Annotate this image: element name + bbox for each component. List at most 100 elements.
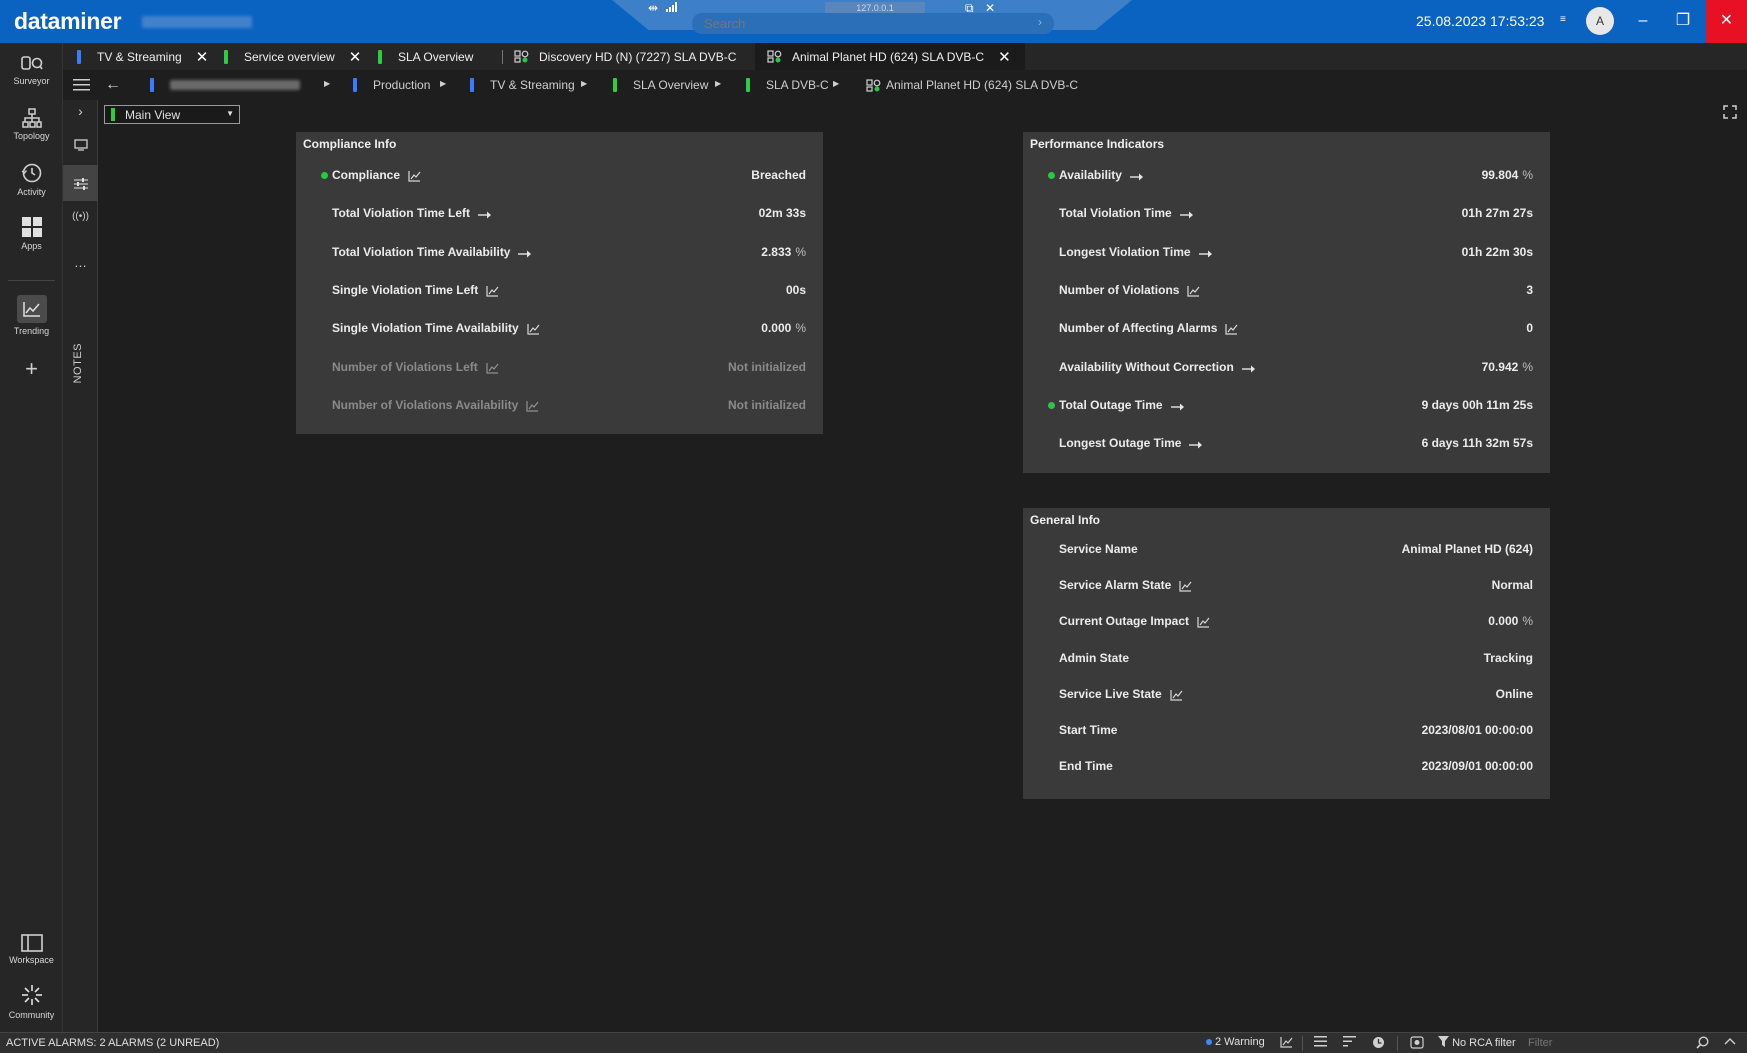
- parameter-row[interactable]: Availability 99.804%: [1023, 166, 1550, 186]
- parameter-row[interactable]: Total Violation Time 01h 27m 27s: [1023, 204, 1550, 224]
- arrow-right-icon[interactable]: [1180, 207, 1196, 225]
- nav-label: Community: [8, 1010, 55, 1020]
- parameter-row[interactable]: Service Name Animal Planet HD (624): [1023, 540, 1550, 560]
- parameter-value: 0: [1526, 321, 1533, 335]
- search-icon[interactable]: [1696, 1036, 1709, 1052]
- parameter-row[interactable]: Number of Violations Left Not initialized: [296, 358, 823, 378]
- trend-chart-icon[interactable]: [486, 361, 499, 379]
- datetime-menu-icon[interactable]: ≡: [1560, 14, 1566, 25]
- clock-icon[interactable]: [1372, 1036, 1385, 1052]
- arrow-right-icon[interactable]: [1130, 169, 1146, 187]
- parameter-row[interactable]: Service Alarm State Normal: [1023, 576, 1550, 596]
- parameter-row[interactable]: Total Outage Time 9 days 00h 11m 25s: [1023, 396, 1550, 416]
- active-alarms-summary[interactable]: ACTIVE ALARMS: 2 ALARMS (2 UNREAD): [6, 1037, 219, 1049]
- fullscreen-icon[interactable]: [1723, 105, 1737, 124]
- trend-chart-icon[interactable]: [408, 169, 421, 187]
- parameter-row[interactable]: Admin State Tracking: [1023, 649, 1550, 669]
- surveyor-icon: [20, 56, 43, 70]
- broadcast-icon[interactable]: ((•)): [63, 211, 98, 222]
- tab-tv-streaming[interactable]: TV & Streaming ✕: [77, 43, 208, 70]
- parameter-row[interactable]: Number of Violations Availability Not ini…: [296, 396, 823, 416]
- arrow-right-icon[interactable]: [478, 207, 494, 225]
- tab-close-icon[interactable]: ✕: [998, 48, 1011, 66]
- parameter-value: 70.942%: [1482, 360, 1533, 374]
- sort-icon[interactable]: [1343, 1036, 1356, 1050]
- search-box[interactable]: ›: [692, 13, 1054, 34]
- warning-count[interactable]: 2 Warning: [1206, 1036, 1265, 1048]
- tab-close-icon[interactable]: ✕: [349, 48, 362, 66]
- parameter-row[interactable]: Total Violation Time Left 02m 33s: [296, 204, 823, 224]
- breadcrumb-item-tv-streaming[interactable]: TV & Streaming: [470, 70, 575, 100]
- breadcrumb-item-production[interactable]: Production: [353, 70, 430, 100]
- trend-chart-icon[interactable]: [1179, 579, 1192, 597]
- nav-community[interactable]: Community: [0, 983, 63, 1020]
- arrow-right-icon[interactable]: [1199, 246, 1215, 264]
- nav-workspace[interactable]: Workspace: [0, 934, 63, 965]
- parameter-row[interactable]: Number of Affecting Alarms 0: [1023, 319, 1550, 339]
- status-divider: [1397, 1036, 1398, 1051]
- arrow-right-icon[interactable]: [1242, 361, 1258, 379]
- trend-chart-icon[interactable]: [1187, 284, 1200, 302]
- nav-activity[interactable]: Activity: [0, 162, 63, 197]
- expand-chevron-icon[interactable]: ›: [63, 103, 98, 119]
- add-app-icon[interactable]: +: [0, 356, 63, 382]
- parameter-value: 01h 27m 27s: [1462, 206, 1533, 220]
- trend-chart-icon[interactable]: [1170, 688, 1183, 706]
- visual-overview-icon[interactable]: [63, 139, 98, 154]
- trend-chart-icon[interactable]: [486, 284, 499, 302]
- parameter-row[interactable]: End Time 2023/09/01 00:00:00: [1023, 757, 1550, 777]
- sliders-icon[interactable]: [63, 165, 98, 201]
- parameter-row[interactable]: Longest Outage Time 6 days 11h 32m 57s: [1023, 434, 1550, 454]
- tab-discovery-hd[interactable]: Discovery HD (N) (7227) SLA DVB-C: [514, 43, 736, 70]
- trend-chart-icon[interactable]: [1197, 615, 1210, 633]
- nav-apps[interactable]: Apps: [0, 216, 63, 251]
- notes-tab[interactable]: NOTES: [72, 343, 84, 383]
- trend-icon[interactable]: [1280, 1036, 1293, 1051]
- parameter-row[interactable]: Longest Violation Time 01h 22m 30s: [1023, 243, 1550, 263]
- arrow-right-icon[interactable]: [1171, 399, 1187, 417]
- list-icon[interactable]: [1314, 1036, 1327, 1050]
- parameter-row[interactable]: Total Violation Time Availability 2.833%: [296, 243, 823, 263]
- parameter-row[interactable]: Single Violation Time Left 00s: [296, 281, 823, 301]
- close-window-button[interactable]: ✕: [1706, 0, 1747, 43]
- trend-chart-icon[interactable]: [1225, 322, 1238, 340]
- parameter-row[interactable]: Start Time 2023/08/01 00:00:00: [1023, 721, 1550, 741]
- breadcrumb-item-animal-planet[interactable]: Animal Planet HD (624) SLA DVB-C: [866, 70, 1078, 100]
- trend-chart-icon[interactable]: [526, 399, 539, 417]
- parameter-row[interactable]: Compliance Breached: [296, 166, 823, 186]
- nav-divider: [8, 280, 55, 281]
- crumb-label: Animal Planet HD (624) SLA DVB-C: [886, 78, 1079, 92]
- alarm-filter-input[interactable]: [1528, 1035, 1688, 1051]
- breadcrumb-item-sla-overview[interactable]: SLA Overview: [613, 70, 708, 100]
- arrow-right-icon[interactable]: [518, 246, 534, 264]
- more-icon[interactable]: …: [63, 255, 98, 270]
- parameter-row[interactable]: Current Outage Impact 0.000%: [1023, 612, 1550, 632]
- trend-chart-icon[interactable]: [527, 322, 540, 340]
- nav-surveyor[interactable]: Surveyor: [0, 55, 63, 86]
- view-selector[interactable]: Main View ▼: [104, 105, 240, 124]
- tab-close-icon[interactable]: ✕: [196, 48, 209, 66]
- breadcrumb-item-root[interactable]: [150, 70, 300, 100]
- arrow-right-icon[interactable]: [1189, 437, 1205, 455]
- parameter-row[interactable]: Service Live State Online: [1023, 685, 1550, 705]
- tab-service-overview[interactable]: Service overview ✕: [224, 43, 361, 70]
- parameter-row[interactable]: Availability Without Correction 70.942%: [1023, 358, 1550, 378]
- parameter-row[interactable]: Single Violation Time Availability 0.000%: [296, 319, 823, 339]
- tab-label: TV & Streaming: [97, 49, 182, 64]
- chevron-up-icon[interactable]: [1724, 1036, 1736, 1048]
- user-avatar[interactable]: A: [1586, 7, 1614, 35]
- camera-focus-icon[interactable]: [1410, 1036, 1424, 1052]
- tab-sla-overview[interactable]: SLA Overview: [378, 43, 473, 70]
- back-arrow-icon[interactable]: ←: [105, 70, 121, 100]
- parameter-row[interactable]: Number of Violations 3: [1023, 281, 1550, 301]
- breadcrumb-item-sla-dvb-c[interactable]: SLA DVB-C: [746, 70, 829, 100]
- pin-icon[interactable]: ⇹: [648, 1, 658, 15]
- maximize-button[interactable]: ❐: [1660, 0, 1706, 43]
- rca-filter[interactable]: No RCA filter: [1438, 1036, 1516, 1049]
- search-input[interactable]: [704, 14, 1004, 32]
- nav-topology[interactable]: Topology: [0, 108, 63, 141]
- menu-icon[interactable]: [73, 70, 90, 100]
- tab-animal-planet-hd[interactable]: Animal Planet HD (624) SLA DVB-C ✕: [755, 43, 1025, 70]
- search-arrow-icon[interactable]: ›: [1038, 15, 1042, 29]
- nav-trending[interactable]: Trending: [0, 295, 63, 336]
